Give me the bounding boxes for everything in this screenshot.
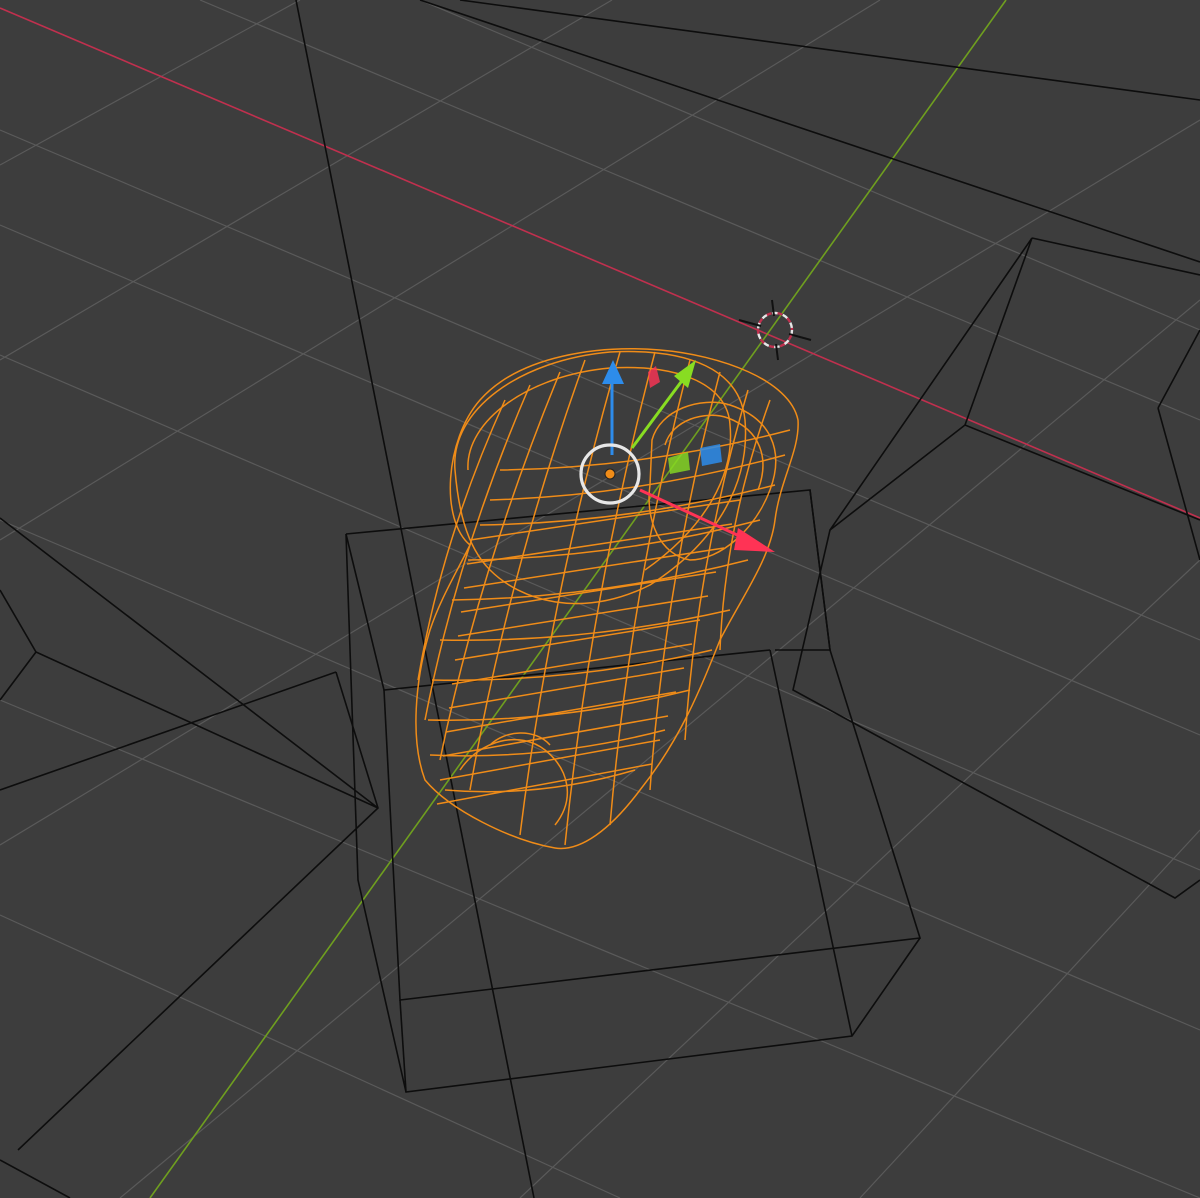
- mesh-edge: [439, 609, 731, 641]
- mesh-ring-inner: [467, 366, 732, 571]
- mesh-edge: [479, 484, 776, 526]
- mesh-edge: [451, 643, 693, 685]
- mesh-edge: [431, 649, 713, 681]
- mesh-edge: [457, 595, 709, 637]
- grid-line: [0, 119, 1200, 846]
- grid-line: [0, 224, 1200, 736]
- grid-line: [0, 129, 1200, 641]
- gizmo-z-arrow[interactable]: [602, 360, 624, 455]
- mesh-edge: [463, 547, 725, 589]
- 3d-viewport[interactable]: [0, 0, 1200, 1198]
- mesh-edge: [466, 523, 733, 565]
- mesh-edge: [499, 429, 791, 471]
- 3d-cursor-icon[interactable]: [738, 299, 812, 361]
- grid-line: [0, 354, 1200, 871]
- cube-right-wireframe[interactable]: [792, 237, 1200, 899]
- grid-line: [119, 299, 1200, 1198]
- selected-mesh-wireframe[interactable]: [415, 348, 799, 850]
- x-axis-line: [0, 7, 1200, 519]
- mesh-edge: [439, 371, 561, 761]
- grid-line: [0, 0, 301, 166]
- grid-line: [0, 0, 881, 541]
- cube-left-wireframe[interactable]: [0, 517, 379, 1198]
- mesh-edge: [445, 691, 677, 733]
- cone-wireframe[interactable]: [295, 0, 1200, 1198]
- mesh-edge: [609, 359, 691, 826]
- object-origin-dot: [604, 468, 616, 480]
- cube-center-wireframe[interactable]: [345, 489, 922, 1093]
- grid-line: [859, 829, 1200, 1198]
- grid-line: [0, 914, 621, 1198]
- mesh-ring: [454, 350, 747, 605]
- grid-line: [419, 0, 1200, 331]
- y-axis-line: [149, 0, 1007, 1198]
